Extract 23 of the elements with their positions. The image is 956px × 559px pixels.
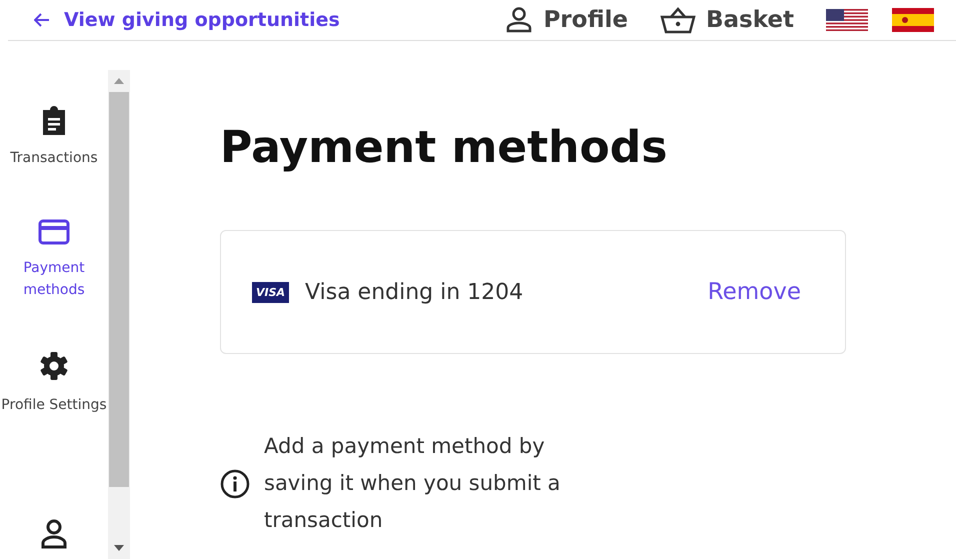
scroll-down-icon[interactable] [114,545,124,551]
credit-card-icon [38,218,70,244]
card-label: Visa ending in 1204 [305,280,524,304]
sidebar-item[interactable]: Profile Settings [0,316,108,439]
profile-link[interactable]: Profile [505,6,628,34]
back-link[interactable]: View giving opportunities [34,9,340,31]
back-arrow-icon [34,13,50,27]
sidebar-item[interactable]: Payment methods [0,193,108,316]
clipboard-icon [41,104,67,134]
person-icon [505,7,534,33]
basket-icon [660,6,696,34]
card-brand-logo: VISA [252,282,290,302]
sidebar-item[interactable]: Transactions [0,70,108,193]
person-icon [40,519,68,549]
info-text: Add a payment method by saving it when you submit a transaction [264,433,562,534]
us-flag-icon[interactable] [826,9,868,31]
spain-flag-icon[interactable] [892,8,934,32]
settings-icon [38,350,70,382]
scrollbar-thumb[interactable] [109,92,129,487]
remove-button[interactable]: Remove [708,279,801,305]
page-title: Payment methods [220,121,668,175]
basket-link[interactable]: Basket [660,6,794,34]
info-icon [220,468,250,498]
